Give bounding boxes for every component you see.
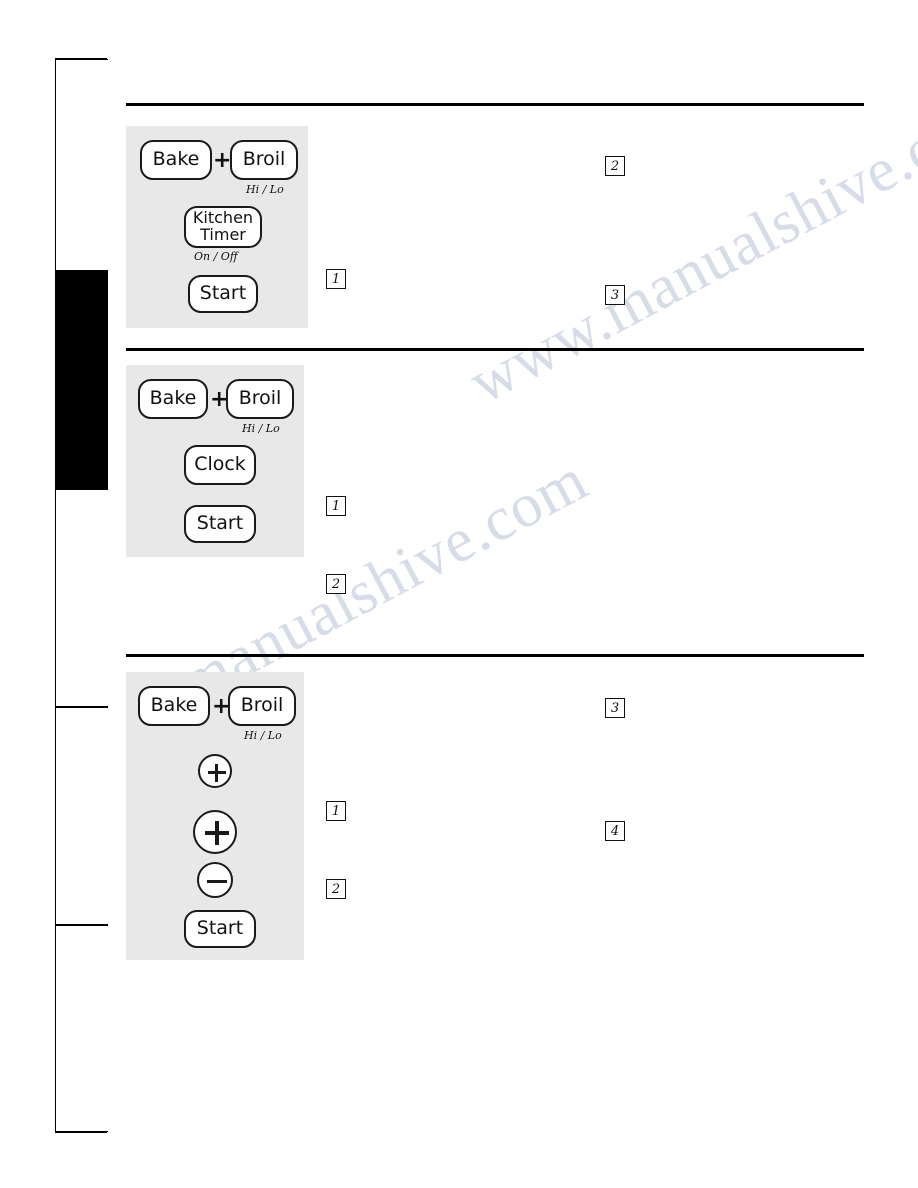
broil-key[interactable]: Broil [228,686,296,726]
start-key[interactable]: Start [184,910,256,948]
plus-key-small[interactable] [198,754,232,788]
tab-segment-5 [56,925,108,1132]
section-rule-top [126,103,864,106]
broil-key[interactable]: Broil [226,379,294,419]
start-key[interactable]: Start [188,275,258,313]
tab-segment-1 [56,59,108,271]
plus-icon-vertical [215,821,219,845]
control-panel-kitchen-timer: Bake + Broil Hi / Lo Kitchen Timer On / … [126,126,308,328]
step-marker-2: 2 [326,879,346,899]
step-marker-2: 2 [326,574,346,594]
broil-key[interactable]: Broil [230,140,298,180]
clock-key[interactable]: Clock [184,445,256,485]
document-page: www.manualshive.com manualshive.com Bake… [0,0,918,1188]
step-marker-1: 1 [326,801,346,821]
step-marker-4: 4 [605,821,625,841]
bake-key[interactable]: Bake [140,140,212,180]
tab-segment-4 [56,707,108,925]
kitchen-timer-key[interactable]: Kitchen Timer [184,206,262,248]
control-panel-plus-minus: Bake + Broil Hi / Lo Start [126,672,304,960]
step-marker-1: 1 [326,269,346,289]
tab-segment-2 [56,271,108,489]
section-rule-bottom [126,654,864,657]
kitchen-timer-sublabel: On / Off [194,250,238,263]
step-marker-1: 1 [326,496,346,516]
minus-icon [207,880,227,883]
bake-key[interactable]: Bake [138,379,208,419]
step-marker-2: 2 [605,156,625,176]
broil-sublabel: Hi / Lo [244,729,282,742]
broil-sublabel: Hi / Lo [242,422,280,435]
control-panel-clock: Bake + Broil Hi / Lo Clock Start [126,365,304,557]
plus-separator: + [213,148,232,173]
plus-icon-vertical [215,764,218,782]
plus-key-large[interactable] [193,810,237,854]
tab-segment-3 [56,489,108,707]
section-rule-middle [126,348,864,351]
step-marker-3: 3 [605,285,625,305]
left-tab-strip [55,58,108,1133]
bake-key[interactable]: Bake [138,686,210,726]
start-key[interactable]: Start [184,505,256,543]
step-marker-3: 3 [605,698,625,718]
watermark-text-1: www.manualshive.com [458,75,918,417]
minus-key[interactable] [197,862,233,898]
broil-sublabel: Hi / Lo [246,183,284,196]
